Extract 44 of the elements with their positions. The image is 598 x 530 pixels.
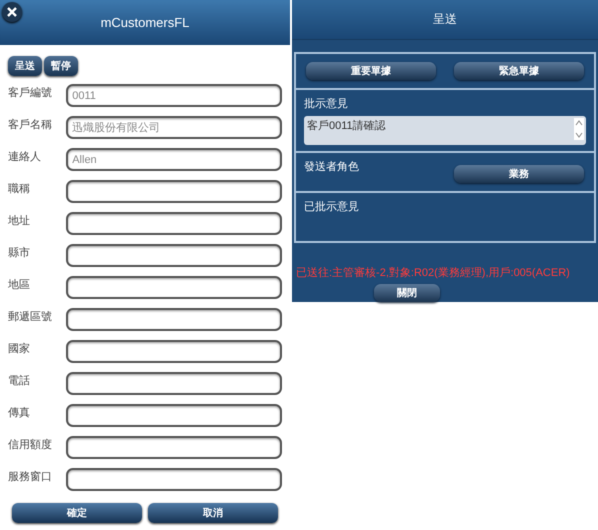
field-label: 客戶編號	[8, 86, 53, 100]
comment-field[interactable]: 客戶0011請確認	[304, 116, 586, 145]
field-label: 縣市	[8, 246, 31, 260]
role-label: 發送者角色	[304, 160, 359, 174]
toolbar-button[interactable]: 呈送	[8, 56, 42, 76]
input-field[interactable]: 0011	[66, 84, 282, 107]
field-label: 地址	[8, 214, 31, 228]
window-title: mCustomersFL	[100, 15, 190, 30]
input-field[interactable]: Allen	[66, 148, 282, 171]
status-message: 已送往:主管審核-2,對象:R02(業務經理),用戶:005(ACER)	[295, 266, 571, 280]
input-field[interactable]	[66, 404, 282, 427]
field-label: 地區	[8, 278, 31, 292]
toolbar-button[interactable]: 暫停	[44, 56, 78, 76]
scroll-arrows-icon[interactable]	[574, 118, 584, 140]
field-label: 傳真	[8, 406, 31, 420]
flag-button[interactable]: 重要單據	[306, 62, 436, 80]
field-label: 信用額度	[8, 438, 53, 452]
comment-label: 批示意見	[304, 97, 349, 111]
field-label: 國家	[8, 342, 31, 356]
role-button[interactable]: 業務	[454, 165, 584, 183]
field-label: 郵遞區號	[8, 310, 53, 324]
history-label: 已批示意見	[304, 200, 360, 214]
field-label: 服務窗口	[8, 470, 53, 484]
input-field[interactable]	[66, 468, 282, 491]
field-label: 電話	[8, 374, 31, 388]
input-field[interactable]	[66, 308, 282, 331]
cancel-button[interactable]: 取消	[148, 503, 278, 523]
field-label: 連絡人	[8, 150, 42, 164]
field-label: 職稱	[8, 182, 31, 196]
input-field[interactable]	[66, 212, 282, 235]
field-label: 客戶名稱	[8, 118, 53, 132]
input-field[interactable]	[66, 180, 282, 203]
input-field[interactable]	[66, 244, 282, 267]
close-icon	[7, 7, 17, 17]
input-field[interactable]	[66, 276, 282, 299]
dialog-title: 呈送	[433, 11, 457, 28]
close-dialog-button[interactable]: 關閉	[374, 284, 440, 302]
input-field[interactable]	[66, 436, 282, 459]
input-field[interactable]	[66, 372, 282, 395]
confirm-button[interactable]: 確定	[12, 503, 142, 523]
flag-button[interactable]: 緊急單據	[454, 62, 584, 80]
close-button[interactable]	[2, 2, 22, 22]
input-field[interactable]: 迅熾股份有限公司	[66, 116, 282, 139]
input-field[interactable]	[66, 340, 282, 363]
